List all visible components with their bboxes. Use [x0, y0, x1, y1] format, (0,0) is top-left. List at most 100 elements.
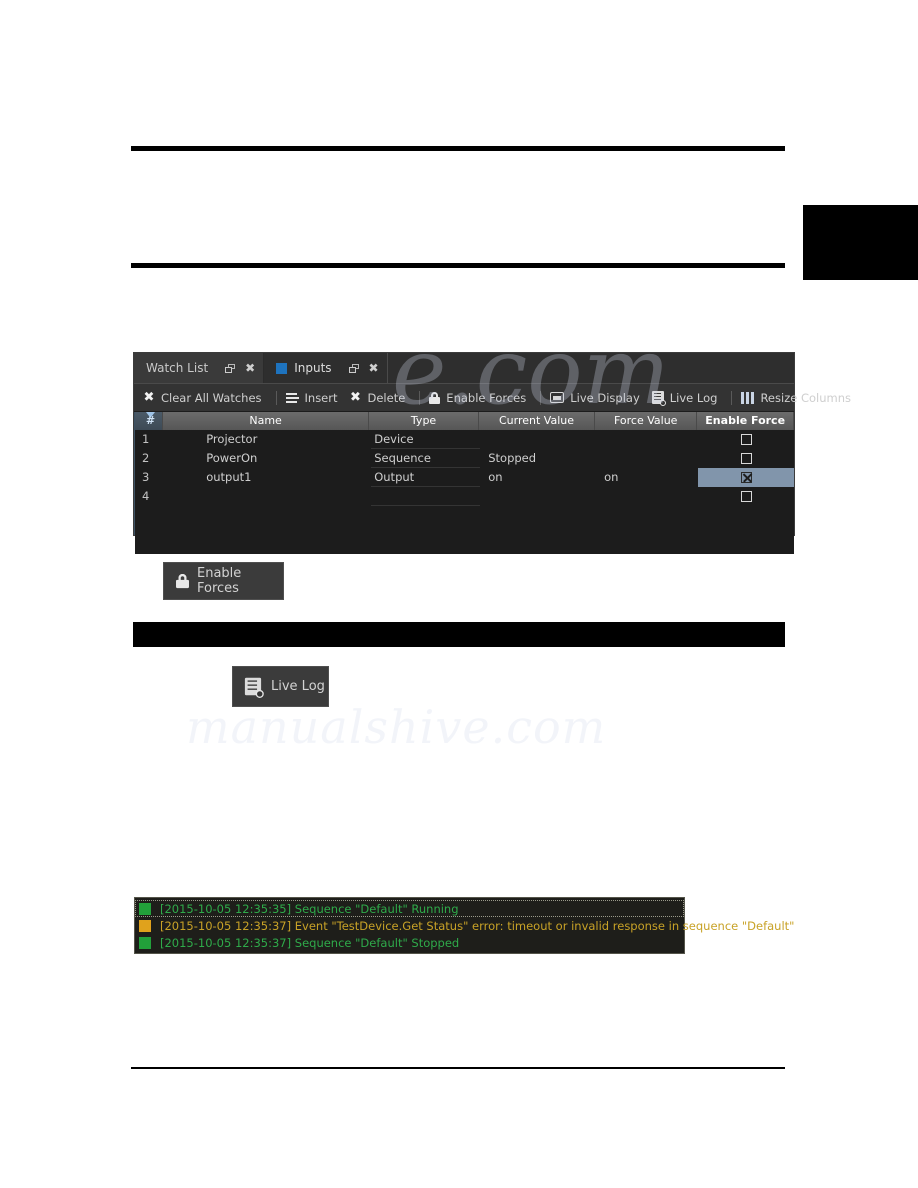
- resize-columns-label: Resize Columns: [760, 390, 851, 405]
- tab-watch-list-label: Watch List: [146, 361, 209, 375]
- page-rule-top: [131, 146, 785, 151]
- row-current: [480, 487, 596, 506]
- enable-force-checkbox[interactable]: [740, 472, 752, 483]
- panel-toolbar: ✖ Clear All Watches Insert ✖ Delete Enab…: [134, 384, 851, 412]
- tab-inputs-icons: ✖: [348, 362, 379, 374]
- live-log-toolbar-label: Live Log: [669, 390, 718, 405]
- delete-label: Delete: [367, 390, 406, 405]
- table-header-row: # Name Type Current Value Force Value En…: [135, 412, 794, 430]
- log-entry[interactable]: [2015-10-05 12:35:37] Sequence "Default"…: [135, 934, 684, 951]
- clear-all-watches-button[interactable]: ✖ Clear All Watches: [143, 391, 271, 405]
- table-row[interactable]: 2 PowerOn Sequence Stopped: [135, 449, 794, 468]
- row-force[interactable]: [596, 487, 698, 506]
- lock-icon: [176, 573, 189, 589]
- status-indicator-icon: [139, 936, 151, 949]
- live-display-button[interactable]: Live Display: [550, 391, 649, 405]
- watch-list-panel: Watch List ✖ Inputs ✖ ✖ Clear All Watche…: [133, 352, 851, 554]
- x-icon: ✖: [350, 389, 361, 405]
- column-header-number-label: #: [145, 414, 156, 427]
- log-entry[interactable]: [2015-10-05 12:35:37] Event "TestDevice.…: [135, 917, 794, 934]
- tab-watch-list-icons: ✖: [225, 362, 255, 374]
- watch-table: # Name Type Current Value Force Value En…: [134, 412, 794, 554]
- row-number: 4: [142, 489, 150, 503]
- column-header-name[interactable]: Name: [163, 412, 370, 430]
- column-header-enable-force[interactable]: Enable Force: [697, 412, 794, 430]
- table-row[interactable]: 4: [135, 487, 794, 506]
- tab-inputs-label: Inputs: [294, 361, 332, 375]
- row-type: [371, 487, 481, 506]
- row-enable-force-cell[interactable]: [698, 487, 794, 506]
- toolbar-separator: [419, 390, 421, 405]
- row-enable-force-cell[interactable]: [698, 449, 794, 468]
- log-icon: [651, 391, 666, 406]
- log-entry-text: [2015-10-05 12:35:35] Sequence "Default"…: [160, 901, 459, 916]
- row-force[interactable]: [596, 449, 698, 468]
- enable-force-checkbox[interactable]: [740, 434, 752, 445]
- restore-icon[interactable]: [225, 363, 236, 373]
- close-icon[interactable]: ✖: [369, 362, 379, 374]
- column-header-force-value[interactable]: Force Value: [595, 412, 698, 430]
- column-header-type[interactable]: Type: [369, 412, 479, 430]
- row-name[interactable]: [163, 487, 371, 506]
- row-enable-force-cell[interactable]: [698, 430, 794, 449]
- column-header-current-value[interactable]: Current Value: [479, 412, 596, 430]
- row-number: 2: [142, 451, 150, 465]
- row-current: Stopped: [488, 451, 537, 465]
- row-current: [480, 430, 596, 449]
- row-name[interactable]: Projector: [163, 430, 371, 449]
- live-log-button-label: Live Log: [271, 679, 325, 694]
- watermark-text-secondary: manualshive.com: [186, 700, 607, 754]
- log-entry-text: [2015-10-05 12:35:37] Event "TestDevice.…: [160, 918, 795, 933]
- row-name[interactable]: PowerOn: [163, 449, 371, 468]
- redaction-block-right: [803, 205, 918, 280]
- row-type: Output: [371, 468, 481, 487]
- close-icon[interactable]: ✖: [245, 362, 255, 374]
- row-number: 3: [142, 470, 150, 484]
- row-force[interactable]: on: [596, 468, 698, 487]
- toolbar-separator: [540, 390, 542, 405]
- enable-forces-toolbar-label: Enable Forces: [446, 390, 527, 405]
- toolbar-separator: [275, 390, 277, 405]
- log-entry[interactable]: [2015-10-05 12:35:35] Sequence "Default"…: [135, 900, 684, 917]
- clear-all-watches-label: Clear All Watches: [161, 390, 262, 405]
- row-type: Sequence: [371, 449, 481, 468]
- tab-strip: Watch List ✖ Inputs ✖: [134, 353, 794, 384]
- page-rule-bottom: [131, 1067, 785, 1069]
- enable-force-checkbox[interactable]: [740, 453, 752, 464]
- tab-inputs[interactable]: Inputs ✖: [264, 353, 388, 383]
- page-rule-second: [131, 263, 785, 268]
- row-force[interactable]: [596, 430, 698, 449]
- resize-columns-button[interactable]: Resize Columns: [741, 391, 860, 405]
- watermark-overlay: e.com manualshive.com: [0, 0, 918, 1188]
- row-type: Device: [371, 430, 481, 449]
- live-log-toolbar-button[interactable]: Live Log: [651, 390, 727, 406]
- enable-forces-button[interactable]: Enable Forces: [163, 562, 284, 600]
- delete-button[interactable]: ✖ Delete: [350, 391, 415, 405]
- columns-icon: [741, 391, 755, 404]
- row-name[interactable]: output1: [163, 468, 371, 487]
- restore-icon[interactable]: [348, 363, 360, 373]
- row-enable-force-cell[interactable]: [698, 468, 794, 487]
- enable-forces-toolbar-button[interactable]: Enable Forces: [429, 391, 535, 405]
- toolbar-separator: [731, 390, 733, 405]
- blue-square-icon: [276, 362, 288, 374]
- tab-watch-list[interactable]: Watch List ✖: [134, 353, 265, 383]
- display-icon: [550, 392, 565, 403]
- table-empty-area: [135, 506, 794, 554]
- row-current: on: [488, 470, 503, 484]
- log-icon: [244, 677, 264, 698]
- redaction-band-heading: [133, 622, 785, 647]
- enable-force-checkbox[interactable]: [740, 491, 752, 502]
- tab-strip-filler: [387, 353, 794, 383]
- table-row[interactable]: 3 output1 Output on on: [135, 468, 794, 487]
- table-row[interactable]: 1 Projector Device: [135, 430, 794, 449]
- live-log-button[interactable]: Live Log: [232, 666, 329, 707]
- x-icon: ✖: [143, 389, 155, 405]
- insert-button[interactable]: Insert: [285, 391, 347, 405]
- live-log-console[interactable]: [2015-10-05 12:35:35] Sequence "Default"…: [134, 897, 794, 954]
- column-header-number[interactable]: #: [135, 412, 163, 430]
- status-indicator-icon: [139, 902, 151, 915]
- log-entry-text: [2015-10-05 12:35:37] Sequence "Default"…: [160, 935, 460, 950]
- row-number: 1: [142, 432, 150, 446]
- lock-icon: [429, 391, 441, 404]
